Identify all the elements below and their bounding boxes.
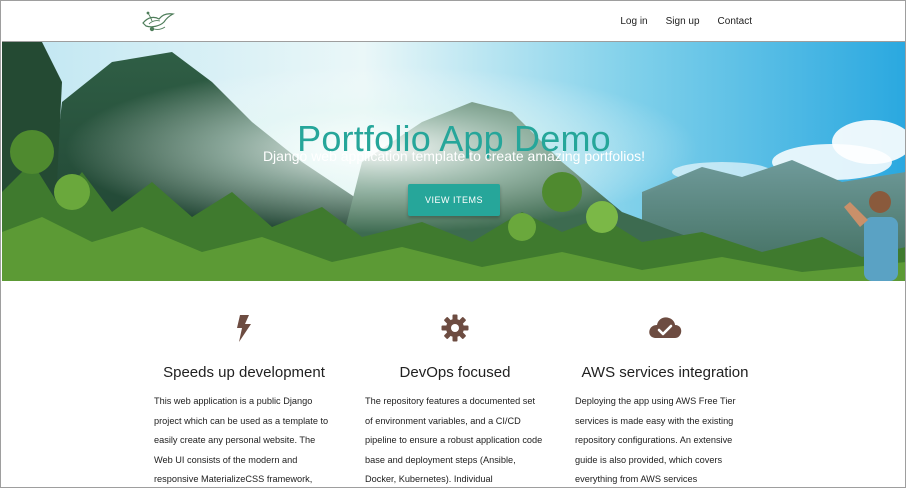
nav-signup-link[interactable]: Sign up	[657, 2, 709, 42]
feature-text: Deploying the app using AWS Free Tier se…	[575, 396, 736, 484]
navbar: Log in Sign up Contact	[2, 2, 905, 42]
feature-title: DevOps focused	[399, 364, 511, 381]
hero-subtitle: Django web application template to creat…	[262, 148, 646, 164]
gear-icon	[365, 313, 545, 343]
feature-title: AWS services integration	[581, 364, 749, 381]
bolt-icon	[154, 313, 334, 343]
browser-frame: Log in Sign up Contact Portfolio App Dem…	[0, 0, 906, 488]
features-section: Speeds up development This web applicati…	[1, 281, 905, 487]
nav-links: Log in Sign up Contact	[611, 2, 761, 42]
feature-text: This web application is a public Django …	[154, 396, 329, 484]
nav-contact-link[interactable]: Contact	[709, 2, 761, 42]
feature-title: Speeds up development	[163, 364, 325, 381]
cloud-check-icon	[575, 313, 755, 343]
hero-banner: Portfolio App Demo Django web applicatio…	[2, 42, 905, 281]
view-items-button[interactable]: VIEW ITEMS	[408, 184, 500, 216]
nav-login-link[interactable]: Log in	[611, 2, 656, 42]
feature-text: The repository features a documented set…	[365, 396, 543, 484]
bird-logo-icon[interactable]	[140, 7, 176, 37]
